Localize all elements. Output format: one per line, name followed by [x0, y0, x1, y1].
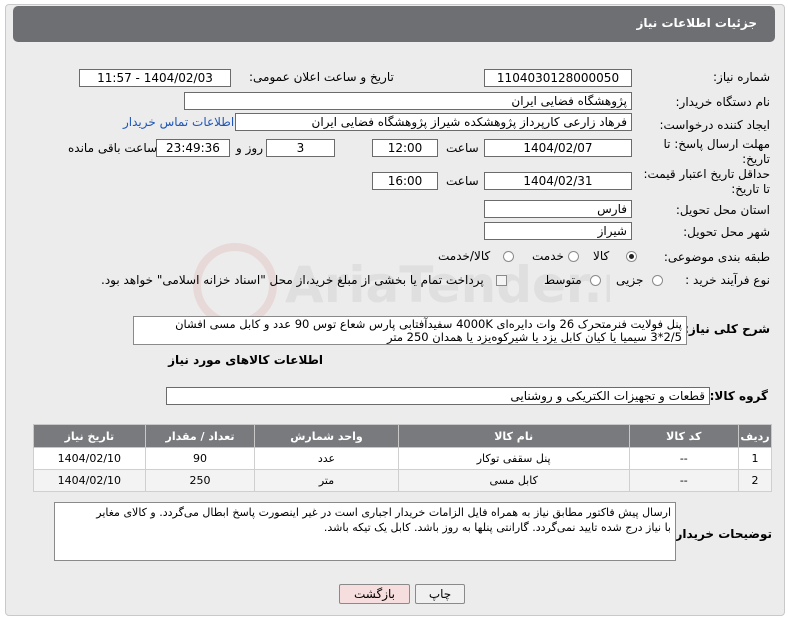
buyer-contact-link[interactable]: اطلاعات تماس خریدار	[123, 115, 234, 129]
category-radio-service[interactable]	[568, 251, 579, 262]
deadline-time-field: 12:00	[372, 139, 438, 157]
col-row-number: ردیف	[738, 424, 772, 448]
creator-field: فرهاد زارعی کارپرداز پژوهشکده شیراز پژوه…	[235, 113, 632, 131]
category-radio-goods[interactable]	[626, 251, 637, 262]
deadline-label: مهلت ارسال پاسخ: تا	[663, 137, 770, 151]
time-remaining-field: 23:49:36	[156, 139, 230, 157]
treasury-payment-checkbox[interactable]	[496, 275, 507, 286]
cell-unit: عدد	[254, 447, 399, 470]
process-radio-minor[interactable]	[652, 275, 663, 286]
price-validity-label: حداقل تاریخ اعتبار قیمت:	[643, 167, 770, 181]
days-label: روز و	[236, 141, 263, 155]
col-quantity: تعداد / مقدار	[144, 424, 256, 448]
process-radio-medium[interactable]	[590, 275, 601, 286]
category-option-service: خدمت	[532, 249, 564, 263]
city-label: شهر محل تحویل:	[683, 225, 770, 239]
cell-unit: متر	[254, 469, 399, 492]
buyer-notes-textarea[interactable]: ارسال پیش فاکتور مطابق نیاز به همراه فای…	[54, 502, 676, 561]
price-time-label: ساعت	[446, 174, 479, 188]
cell-item-code: --	[628, 447, 740, 470]
category-radio-goods-service[interactable]	[503, 251, 514, 262]
cell-row-number: 2	[738, 469, 772, 492]
col-item-code: کد کالا	[628, 424, 740, 448]
time-remaining-label: ساعت باقی مانده	[68, 141, 158, 155]
goods-table: ردیف کد کالا نام کالا واحد شمارش تعداد /…	[33, 424, 772, 492]
cell-item-code: --	[628, 469, 740, 492]
deadline-label-2: تاریخ:	[742, 152, 770, 166]
print-button[interactable]: چاپ	[415, 584, 465, 604]
col-unit: واحد شمارش	[254, 424, 399, 448]
province-field: فارس	[484, 200, 632, 218]
cell-item-name: پنل سقفی توکار	[397, 447, 630, 470]
category-option-goods: کالا	[593, 249, 610, 263]
col-need-date: تاریخ نیاز	[33, 424, 146, 448]
price-validity-date-field: 1404/02/31	[484, 172, 632, 190]
goods-group-label: گروه کالا:	[709, 389, 768, 403]
need-number-label: شماره نیاز:	[713, 70, 770, 84]
back-button[interactable]: بازگشت	[339, 584, 410, 604]
treasury-payment-note: پرداخت تمام یا بخشی از مبلغ خرید،از محل …	[101, 273, 484, 287]
buyer-notes-line-2: با نیاز درج شده تایید نمی‌گردد. گارانتی …	[323, 521, 671, 534]
summary-textarea[interactable]: پنل فولایت فنرمتحرک 26 وات دایره‌ای 4000…	[133, 316, 687, 345]
col-item-name: نام کالا	[397, 424, 630, 448]
cell-quantity: 90	[144, 447, 256, 470]
process-option-medium: متوسط	[544, 273, 582, 287]
cell-need-date: 1404/02/10	[33, 469, 146, 492]
category-label: طبقه بندی موضوعی:	[663, 250, 770, 264]
province-label: استان محل تحویل:	[675, 203, 770, 217]
price-validity-time-field: 16:00	[372, 172, 438, 190]
goods-section-title: اطلاعات کالاهای مورد نیاز	[168, 353, 323, 367]
cell-need-date: 1404/02/10	[33, 447, 146, 470]
cell-item-name: کابل مسی	[397, 469, 630, 492]
cell-row-number: 1	[738, 447, 772, 470]
buyer-notes-label: توضیحات خریدار:	[670, 527, 772, 541]
table-row: 2 -- کابل مسی متر 250 1404/02/10	[33, 469, 772, 492]
cell-quantity: 250	[144, 469, 256, 492]
category-option-goods-service: کالا/خدمت	[438, 249, 491, 263]
announce-label: تاریخ و ساعت اعلان عمومی:	[249, 70, 394, 84]
price-validity-label-2: تا تاریخ:	[731, 182, 770, 196]
buyer-org-field: پژوهشگاه فضایی ایران	[184, 92, 632, 110]
goods-group-field: قطعات و تجهیزات الکتریکی و روشنایی	[166, 387, 710, 405]
buyer-notes-line-1: ارسال پیش فاکتور مطابق نیاز به همراه فای…	[96, 506, 671, 519]
need-number-field: 1104030128000050	[484, 69, 632, 87]
days-remaining-field: 3	[266, 139, 335, 157]
creator-label: ایجاد کننده درخواست:	[659, 118, 770, 132]
deadline-time-label: ساعت	[446, 141, 479, 155]
announce-field: 1404/02/03 - 11:57	[79, 69, 231, 87]
page-title: جزئیات اطلاعات نیاز	[636, 16, 757, 30]
table-row: 1 -- پنل سقفی توکار عدد 90 1404/02/10	[33, 447, 772, 470]
buyer-org-label: نام دستگاه خریدار:	[675, 95, 771, 109]
city-field: شیراز	[484, 222, 632, 240]
process-option-minor: جزیی	[616, 273, 644, 287]
summary-line-2: 2/5*3 سیمیا یا کیان کابل یزد یا شیرکوه‌ی…	[387, 330, 682, 344]
summary-label: شرح کلی نیاز:	[684, 322, 770, 336]
title-bar: جزئیات اطلاعات نیاز	[13, 6, 775, 42]
process-type-label: نوع فرآیند خرید :	[685, 273, 770, 287]
deadline-date-field: 1404/02/07	[484, 139, 632, 157]
